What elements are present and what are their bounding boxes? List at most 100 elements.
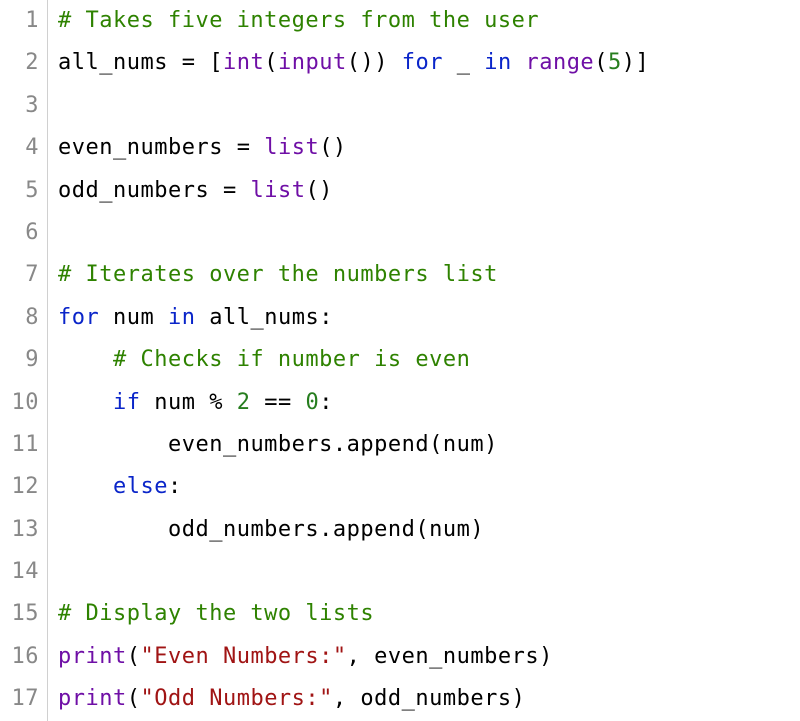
token-comment: # Checks if number is even — [113, 347, 470, 372]
token-op — [470, 50, 484, 75]
token-op: = — [182, 50, 196, 75]
code-line[interactable]: # Checks if number is even — [58, 339, 800, 381]
token-op — [58, 474, 113, 499]
token-keyword: in — [168, 305, 196, 330]
token-keyword: for — [402, 50, 443, 75]
line-number: 3 — [0, 85, 39, 127]
line-number: 14 — [0, 551, 39, 593]
token-comment: # Display the two lists — [58, 601, 374, 626]
line-number: 4 — [0, 127, 39, 169]
token-ident: num — [113, 305, 154, 330]
code-line[interactable]: even_numbers = list() — [58, 127, 800, 169]
code-line[interactable]: odd_numbers = list() — [58, 170, 800, 212]
code-line[interactable]: # Iterates over the numbers list — [58, 254, 800, 296]
line-number: 10 — [0, 382, 39, 424]
line-number: 2 — [0, 42, 39, 84]
token-number: 5 — [608, 50, 622, 75]
token-punc: , — [347, 644, 361, 669]
token-builtin: int — [223, 50, 264, 75]
token-op — [250, 135, 264, 160]
token-punc: () — [305, 178, 333, 203]
token-string: "Odd Numbers:" — [140, 686, 332, 711]
token-op — [99, 305, 113, 330]
code-line[interactable]: if num % 2 == 0: — [58, 382, 800, 424]
line-number: 8 — [0, 297, 39, 339]
code-line[interactable]: for num in all_nums: — [58, 297, 800, 339]
token-builtin: list — [264, 135, 319, 160]
token-op — [237, 178, 251, 203]
token-builtin: input — [278, 50, 347, 75]
token-keyword: for — [58, 305, 99, 330]
token-ident: even_numbers — [168, 432, 333, 457]
line-number: 1 — [0, 0, 39, 42]
token-op — [209, 178, 223, 203]
token-string: "Even Numbers:" — [140, 644, 346, 669]
token-keyword: in — [484, 50, 512, 75]
code-line[interactable]: odd_numbers.append(num) — [58, 509, 800, 551]
token-op — [223, 390, 237, 415]
token-ident: all_nums — [209, 305, 319, 330]
token-punc: ) — [539, 644, 553, 669]
token-ident: _ — [457, 50, 471, 75]
token-punc: : — [319, 390, 333, 415]
token-op — [360, 644, 374, 669]
token-ident: num — [443, 432, 484, 457]
code-line[interactable]: else: — [58, 466, 800, 508]
token-punc: ] — [635, 50, 649, 75]
code-line[interactable]: print("Odd Numbers:", odd_numbers) — [58, 678, 800, 720]
code-line[interactable]: even_numbers.append(num) — [58, 424, 800, 466]
token-builtin: print — [58, 686, 127, 711]
token-ident: even_numbers — [58, 135, 223, 160]
token-op — [140, 390, 154, 415]
token-ident: odd_numbers — [168, 517, 319, 542]
token-op: = — [223, 178, 237, 203]
token-ident: all_nums — [58, 50, 168, 75]
token-op: % — [209, 390, 223, 415]
line-number: 6 — [0, 212, 39, 254]
token-op — [195, 50, 209, 75]
token-comment: # Iterates over the numbers list — [58, 262, 498, 287]
code-area[interactable]: # Takes five integers from the user all_n… — [48, 0, 800, 721]
code-editor[interactable]: 1234567891011121314151617 # Takes five i… — [0, 0, 800, 721]
line-number-gutter: 1234567891011121314151617 — [0, 0, 48, 721]
token-op — [58, 390, 113, 415]
token-punc: ( — [415, 517, 429, 542]
token-ident: even_numbers — [374, 644, 539, 669]
token-op — [168, 50, 182, 75]
token-op — [292, 390, 306, 415]
token-op — [388, 50, 402, 75]
token-builtin: range — [525, 50, 594, 75]
token-punc: [ — [209, 50, 223, 75]
code-line[interactable] — [58, 551, 800, 593]
line-number: 5 — [0, 170, 39, 212]
code-line[interactable]: # Takes five integers from the user — [58, 0, 800, 42]
token-punc: ) — [374, 50, 388, 75]
token-punc: . — [319, 517, 333, 542]
token-punc: ( — [127, 644, 141, 669]
line-number: 7 — [0, 254, 39, 296]
token-punc: ( — [127, 686, 141, 711]
token-op — [58, 347, 113, 372]
code-line[interactable] — [58, 85, 800, 127]
code-line[interactable]: print("Even Numbers:", even_numbers) — [58, 636, 800, 678]
code-line[interactable]: # Display the two lists — [58, 593, 800, 635]
token-punc: ) — [484, 432, 498, 457]
code-line[interactable]: all_nums = [int(input()) for _ in range(… — [58, 42, 800, 84]
line-number: 16 — [0, 636, 39, 678]
token-number: 2 — [237, 390, 251, 415]
token-keyword: if — [113, 390, 141, 415]
token-op: = — [237, 135, 251, 160]
token-op — [58, 517, 168, 542]
token-ident: num — [154, 390, 195, 415]
token-punc: () — [319, 135, 347, 160]
token-keyword: else — [113, 474, 168, 499]
token-comment: # Takes five integers from the user — [58, 8, 539, 33]
token-punc: ) — [622, 50, 636, 75]
token-ident: num — [429, 517, 470, 542]
line-number: 9 — [0, 339, 39, 381]
code-line[interactable] — [58, 212, 800, 254]
token-ident: append — [347, 432, 429, 457]
token-op — [443, 50, 457, 75]
token-punc: ) — [512, 686, 526, 711]
token-punc: ( — [429, 432, 443, 457]
